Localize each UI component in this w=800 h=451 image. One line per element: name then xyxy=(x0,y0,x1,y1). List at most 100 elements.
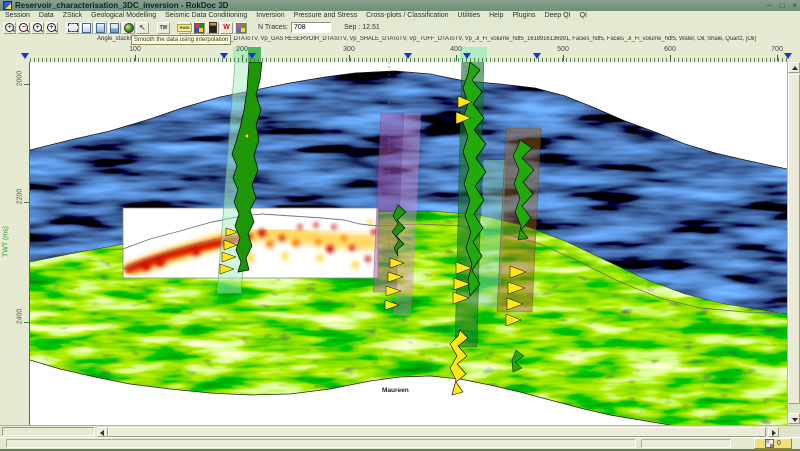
menu-item-inversion[interactable]: Inversion xyxy=(256,11,284,21)
twt-label-2200: 2200 xyxy=(17,186,24,208)
maximize-button[interactable]: □ xyxy=(779,1,784,10)
inspect-data-button[interactable] xyxy=(234,22,247,34)
n-traces-input[interactable] xyxy=(291,22,331,33)
grid4-icon xyxy=(194,23,204,33)
twt-tick xyxy=(24,202,29,203)
scroll-down-button[interactable] xyxy=(788,413,800,424)
well-marker-5[interactable] xyxy=(463,53,471,59)
auto-scale-button[interactable]: Auto xyxy=(178,22,191,34)
zoom-reset-button[interactable]: + xyxy=(45,22,58,34)
pan-view-button[interactable] xyxy=(80,22,93,34)
window-title: Reservoir_characterisation_3DC_inversion… xyxy=(15,0,228,11)
wavelet-icon: W xyxy=(223,24,230,32)
well-marker-4[interactable] xyxy=(404,53,412,59)
menu-item-geological-modelling[interactable]: Geological Modelling xyxy=(91,11,156,21)
ruler-label-300: 300 xyxy=(339,46,359,53)
page-blue-icon xyxy=(82,23,91,33)
status-badge[interactable]: 0 xyxy=(754,438,792,449)
menu-item-data[interactable]: Data xyxy=(39,11,54,21)
scroll-right-button[interactable] xyxy=(768,427,779,437)
ruler-tick xyxy=(242,55,243,61)
status-badge-value: 0 xyxy=(777,440,781,447)
zoom-in-button[interactable]: + xyxy=(3,22,16,34)
scroll-left-button[interactable] xyxy=(97,427,108,437)
toolbar-buttons: +−++↖TWAutoW xyxy=(3,21,248,34)
horizontal-scroll-thumb[interactable] xyxy=(108,427,766,437)
horizontal-scrollbar[interactable] xyxy=(0,425,800,437)
menu-item-cross-plots-classification[interactable]: Cross-plots / Classification xyxy=(366,11,448,21)
seismic-section: Maureen xyxy=(30,62,787,425)
maggrid-icon xyxy=(236,23,246,33)
trace-wiggle-button[interactable]: TW xyxy=(157,22,170,34)
smooth-tooltip: Smooth the data using interpolation xyxy=(131,35,231,45)
pointer-tool-button[interactable]: ↖ xyxy=(136,22,149,34)
ruler-tick xyxy=(349,55,350,61)
colormap-button[interactable] xyxy=(122,22,135,34)
select-area-button[interactable] xyxy=(66,22,79,34)
well-marker-7[interactable] xyxy=(784,53,792,59)
menu-item-seismic-data-conditioning[interactable]: Seismic Data Conditioning xyxy=(165,11,247,21)
title-bar[interactable]: Reservoir_characterisation_3DC_inversion… xyxy=(0,0,800,11)
right-arrow-icon xyxy=(772,430,776,436)
down-arrow-icon xyxy=(792,418,798,422)
page-blue2-icon xyxy=(96,23,105,33)
close-button[interactable]: × xyxy=(792,1,797,10)
menu-item-zstick[interactable]: ZStick xyxy=(63,11,82,21)
volume-list-label[interactable]: VOIR_DTAToTV, Vp_GAS RESERVOIR_DTAToTV, … xyxy=(216,36,782,42)
vertical-scrollbar[interactable] xyxy=(787,62,800,425)
ruler-tick xyxy=(456,55,457,61)
menu-item-help[interactable]: Help xyxy=(489,11,503,21)
twt-tick xyxy=(24,84,29,85)
status-field-2 xyxy=(641,439,731,448)
well1-marker-dot xyxy=(245,134,249,138)
vertical-scroll-thumb[interactable] xyxy=(788,74,800,404)
magnifier-handle xyxy=(40,29,43,32)
ruler-tick xyxy=(563,55,564,61)
wavelet-button[interactable]: W xyxy=(220,22,233,34)
rect-dashed-icon xyxy=(68,23,78,32)
scroll-up-button[interactable] xyxy=(788,62,800,73)
zoom-window-button[interactable]: + xyxy=(31,22,44,34)
ruler-tick xyxy=(670,55,671,61)
globe-icon xyxy=(124,23,134,33)
layers-button[interactable] xyxy=(108,22,121,34)
maureen-horizon-label: Maureen xyxy=(382,387,409,394)
up-arrow-icon xyxy=(792,66,798,70)
log-display-button[interactable] xyxy=(206,22,219,34)
app-icon xyxy=(3,1,12,10)
display-settings-button[interactable] xyxy=(94,22,107,34)
seismic-canvas[interactable]: Maureen xyxy=(30,62,787,425)
well2-path-band-lower xyxy=(393,292,413,315)
well-marker-1[interactable] xyxy=(21,53,29,59)
menu-item-qi[interactable]: QI xyxy=(580,11,587,21)
ruler-label-700: 700 xyxy=(767,46,787,53)
left-arrow-icon xyxy=(100,430,104,436)
trace-separation-label: Sep : 12.51 xyxy=(344,24,380,31)
status-field-1 xyxy=(6,439,636,448)
ruler-tick xyxy=(135,55,136,61)
rokdoc-window: Reservoir_characterisation_3DC_inversion… xyxy=(0,0,800,451)
menu-item-pressure-and-stress[interactable]: Pressure and Stress xyxy=(294,11,357,21)
device-icon xyxy=(209,22,217,33)
magnifier-handle xyxy=(26,29,29,32)
facies-grid-button[interactable] xyxy=(192,22,205,34)
grid-icon xyxy=(765,439,774,448)
ruler-label-500: 500 xyxy=(553,46,573,53)
minimize-button[interactable]: – xyxy=(767,1,771,10)
n-traces-field: N Traces: Sep : 12.51 xyxy=(258,22,380,33)
twt-label-2000: 2000 xyxy=(17,68,24,90)
status-bar: 0 xyxy=(0,437,800,450)
ruler-label-600: 600 xyxy=(660,46,680,53)
menu-item-utilities[interactable]: Utilities xyxy=(458,11,481,21)
well-marker-6[interactable] xyxy=(533,53,541,59)
menu-item-plugins[interactable]: Plugins xyxy=(513,11,536,21)
well-marker-2[interactable] xyxy=(220,53,228,59)
zoom-out-button[interactable]: − xyxy=(17,22,30,34)
content-area: TWT (ms) 200022002400 xyxy=(0,62,800,425)
menu-item-deep-qi[interactable]: Deep QI xyxy=(544,11,570,21)
ruler-label-200: 200 xyxy=(232,46,252,53)
well-marker-3[interactable] xyxy=(248,53,256,59)
menu-item-session[interactable]: Session xyxy=(5,11,30,21)
twt-axis-label: TWT (ms) xyxy=(3,222,10,262)
n-traces-label: N Traces: xyxy=(258,24,288,31)
